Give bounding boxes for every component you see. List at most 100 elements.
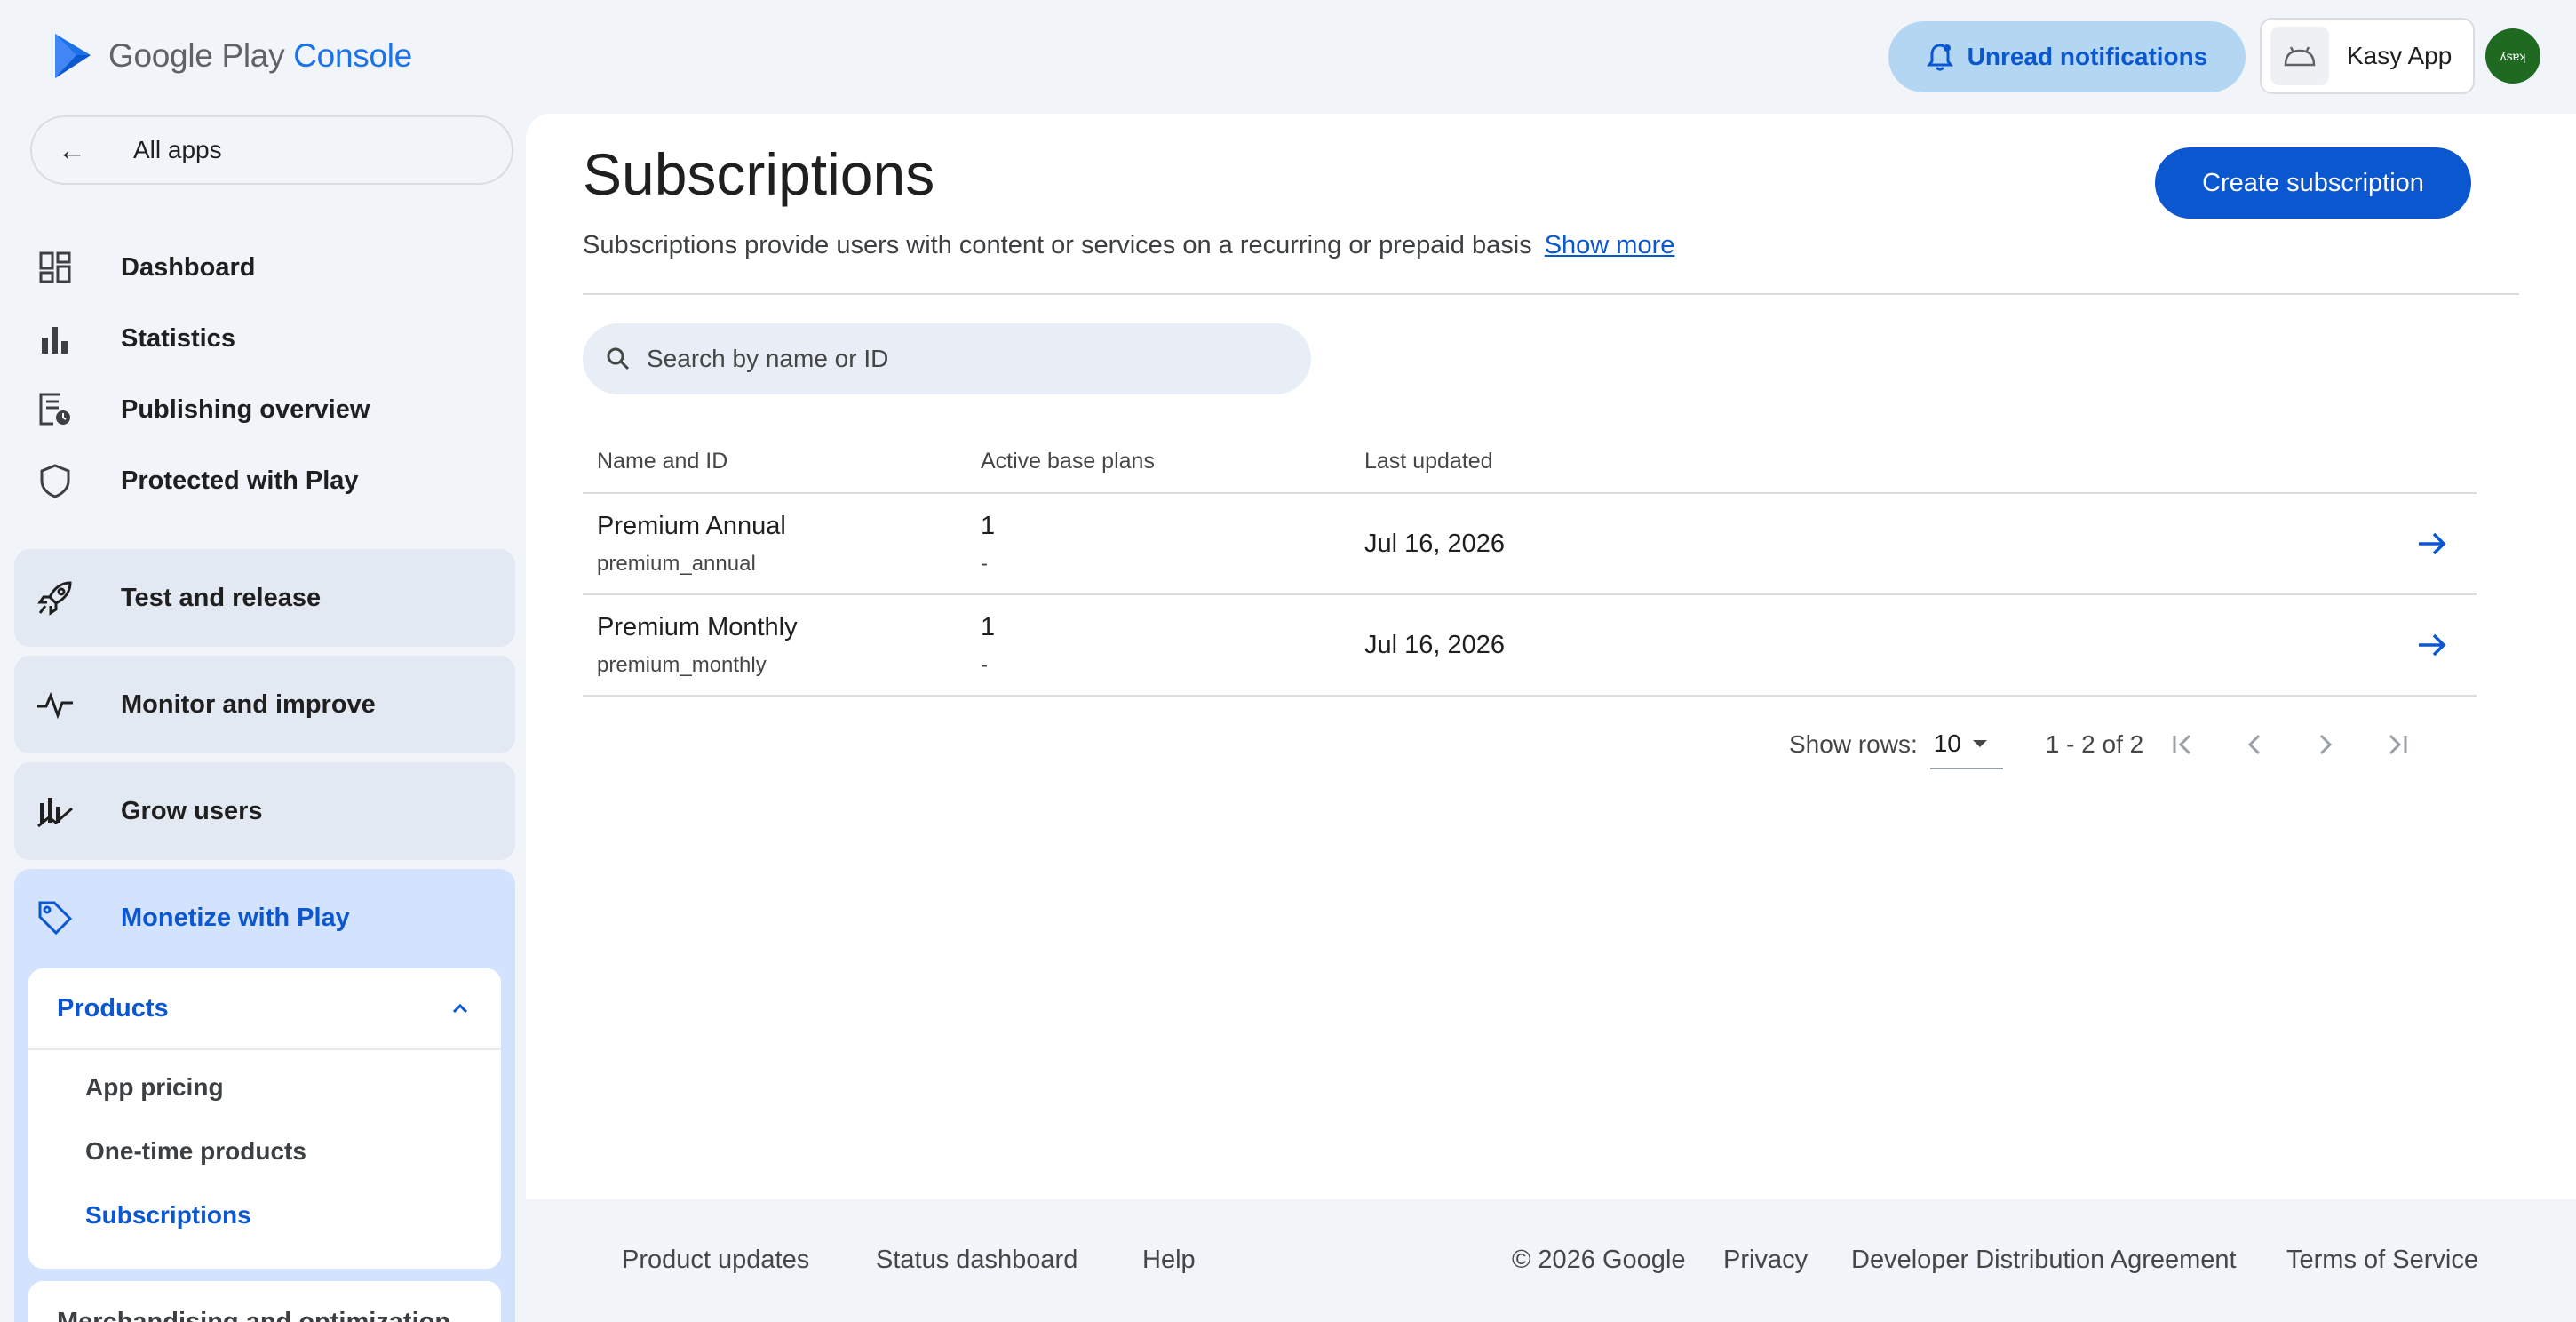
sidebar-item-statistics[interactable]: Statistics: [14, 306, 513, 371]
divider: [583, 293, 2519, 295]
table-row[interactable]: Premium Annual premium_annual 1 - Jul 16…: [583, 494, 2477, 595]
app-name: Kasy App: [2347, 42, 2453, 69]
open-row-button[interactable]: [2388, 530, 2477, 557]
subscription-name: Premium Annual: [597, 511, 786, 540]
footer-copyright: © 2026 Google: [1512, 1246, 1686, 1274]
play-logo-icon: [55, 34, 91, 78]
column-header-active-plans[interactable]: Active base plans: [966, 449, 1350, 474]
footer-dda-link[interactable]: Developer Distribution Agreement: [1851, 1246, 2237, 1275]
subscriptions-table: Name and ID Active base plans Last updat…: [583, 430, 2477, 697]
last-updated-date: Jul 16, 2026: [1364, 529, 1506, 558]
search-input[interactable]: [647, 345, 1268, 373]
all-apps-button[interactable]: ← All apps: [30, 115, 513, 185]
next-page-button[interactable]: [2294, 720, 2357, 769]
section-label: Monetize with Play: [121, 903, 350, 932]
prev-page-icon: [2248, 734, 2261, 755]
footer: Product updates Status dashboard Help © …: [0, 1231, 2576, 1290]
open-row-button[interactable]: [2388, 632, 2477, 658]
logo-text: Google Play Console: [108, 37, 412, 74]
sidebar-item-label: Publishing overview: [121, 394, 370, 424]
footer-product-updates-link[interactable]: Product updates: [622, 1246, 809, 1275]
pagination-range: 1 - 2 of 2: [2045, 730, 2144, 758]
unread-notifications-button[interactable]: Unread notifications: [1888, 21, 2246, 92]
column-header-name[interactable]: Name and ID: [583, 449, 966, 474]
shield-icon: [23, 463, 87, 498]
merch-label: Merchandising and optimization: [57, 1308, 451, 1322]
sidebar-item-label: Dashboard: [121, 252, 256, 282]
app-selector[interactable]: Kasy App: [2260, 18, 2475, 94]
footer-privacy-link[interactable]: Privacy: [1723, 1246, 1808, 1275]
sidebar-section-test-and-release[interactable]: Test and release: [14, 549, 515, 647]
first-page-icon: [2173, 734, 2191, 755]
growth-icon: [23, 794, 87, 828]
page-description: Subscriptions provide users with content…: [583, 231, 1674, 260]
pagination: Show rows: 10 1 - 2 of 2: [1789, 718, 2428, 771]
sidebar-section-grow-users[interactable]: Grow users: [14, 762, 515, 860]
rows-value: 10: [1933, 729, 1961, 757]
back-arrow-icon: ←: [58, 133, 86, 166]
pulse-icon: [23, 690, 87, 719]
next-page-icon: [2320, 734, 2333, 755]
android-icon: [2270, 27, 2329, 85]
active-plans-count: 1: [981, 511, 996, 540]
section-label: Monitor and improve: [121, 689, 376, 719]
footer-tos-link[interactable]: Terms of Service: [2286, 1246, 2478, 1275]
top-bar: Google Play Console Unread notifications…: [0, 0, 2576, 112]
publishing-icon: [23, 392, 87, 427]
search-icon: [607, 347, 630, 370]
active-plans-count: 1: [981, 612, 996, 641]
sidebar-item-app-pricing[interactable]: App pricing: [28, 1055, 501, 1119]
subscription-id: premium_annual: [597, 551, 756, 576]
account-avatar[interactable]: ʎsɐʞ: [2485, 28, 2540, 84]
sidebar-section-monitor-and-improve[interactable]: Monitor and improve: [14, 656, 515, 753]
all-apps-label: All apps: [133, 136, 222, 163]
active-plans-secondary: -: [981, 551, 988, 576]
page-title: Subscriptions: [583, 141, 935, 207]
products-toggle[interactable]: Products: [28, 968, 501, 1050]
products-label: Products: [57, 993, 169, 1023]
column-header-last-updated[interactable]: Last updated: [1350, 449, 2388, 474]
subscription-name: Premium Monthly: [597, 612, 798, 641]
first-page-button[interactable]: [2152, 720, 2214, 769]
chevron-up-icon: [452, 1003, 468, 1014]
sidebar-item-dashboard[interactable]: Dashboard: [14, 235, 513, 300]
monetize-with-play-header[interactable]: Monetize with Play: [14, 869, 515, 967]
section-label: Test and release: [121, 583, 322, 612]
sidebar-item-one-time-products[interactable]: One-time products: [28, 1119, 501, 1183]
footer-status-dashboard-link[interactable]: Status dashboard: [876, 1246, 1077, 1275]
last-page-button[interactable]: [2365, 720, 2428, 769]
dropdown-icon: [1972, 740, 1987, 747]
arrow-right-icon: [2419, 633, 2446, 657]
last-page-icon: [2389, 734, 2407, 755]
arrow-right-icon: [2419, 532, 2446, 555]
sidebar-item-protected-with-play[interactable]: Protected with Play: [14, 448, 513, 514]
previous-page-button[interactable]: [2223, 720, 2286, 769]
sidebar-item-label: Protected with Play: [121, 466, 359, 495]
dashboard-icon: [23, 251, 87, 284]
create-subscription-button[interactable]: Create subscription: [2155, 147, 2471, 219]
sidebar-item-label: Statistics: [121, 323, 235, 353]
tag-icon: [23, 899, 87, 936]
avatar-text: ʎsɐʞ: [2500, 49, 2526, 63]
products-group: Products App pricing One-time products S…: [28, 968, 501, 1269]
bell-icon: [1926, 44, 1953, 71]
search-box[interactable]: [583, 323, 1311, 394]
subscription-id: premium_monthly: [597, 652, 767, 677]
sidebar-item-publishing-overview[interactable]: Publishing overview: [14, 377, 513, 442]
statistics-icon: [23, 322, 87, 355]
notifications-label: Unread notifications: [1967, 43, 2208, 70]
table-row[interactable]: Premium Monthly premium_monthly 1 - Jul …: [583, 595, 2477, 697]
show-rows-label: Show rows:: [1789, 730, 1918, 758]
description-text: Subscriptions provide users with content…: [583, 231, 1532, 259]
section-label: Grow users: [121, 796, 263, 825]
sidebar: ← All apps Dashboard Statistics Publishi…: [0, 112, 524, 1322]
rocket-icon: [23, 579, 87, 617]
last-updated-date: Jul 16, 2026: [1364, 630, 1506, 659]
table-header: Name and ID Active base plans Last updat…: [583, 430, 2477, 494]
active-plans-secondary: -: [981, 652, 988, 677]
footer-help-link[interactable]: Help: [1142, 1246, 1196, 1275]
main-content: Subscriptions Create subscription Subscr…: [526, 114, 2576, 1199]
play-console-logo[interactable]: Google Play Console: [52, 32, 412, 80]
rows-per-page-select[interactable]: 10: [1929, 720, 2003, 769]
show-more-link[interactable]: Show more: [1545, 231, 1675, 259]
